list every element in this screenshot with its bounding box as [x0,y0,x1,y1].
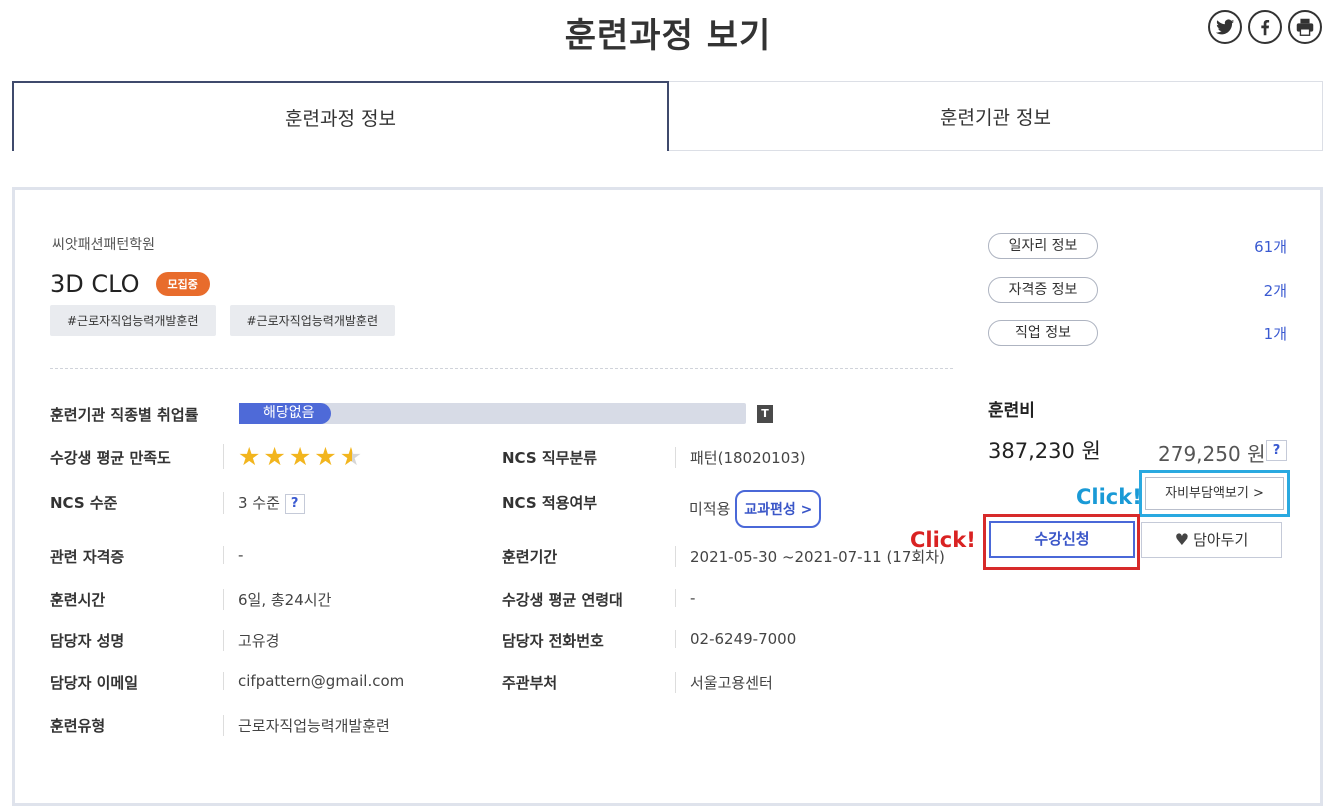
phone-value: 02-6249-7000 [675,630,796,648]
certificate-value: - [223,546,243,564]
ncs-class-value: 패턴(18020103) [675,447,806,468]
tab-bar: 훈련과정 정보 훈련기관 정보 [12,81,1323,151]
fee-total: 387,230 원 [988,439,1101,463]
tag[interactable]: #근로자직업능력개발훈련 [50,305,216,336]
divider [50,368,953,369]
period-value: 2021-05-30 ~2021-07-11 (17회차) [675,546,945,567]
employment-rate-value: 해당없음 [239,403,331,424]
status-badge: 모집중 [155,272,210,296]
wishlist-label: 담아두기 [1193,531,1249,549]
share-bar [1208,10,1322,44]
star-icon: ★ [263,442,286,471]
course-title-row: 3D CLO 모집중 [50,270,210,298]
star-icon: ★ [288,442,312,471]
print-icon[interactable] [1288,10,1322,44]
avg-age-label: 수강생 평균 연령대 [502,591,623,609]
fee-self: 279,250 원 [1158,442,1266,466]
avg-age-value: - [675,589,695,607]
fee-help-button[interactable]: ? [1266,440,1287,461]
dept-value: 서울고용센터 [675,672,773,693]
ncs-applied-value: 미적용 [689,500,731,518]
manager-value: 고유경 [223,630,279,651]
email-label: 담당자 이메일 [50,674,139,692]
period-label: 훈련기간 [502,548,558,566]
wishlist-button[interactable]: ♥ 담아두기 [1141,522,1282,558]
job-info-button[interactable]: 일자리 정보 [988,233,1098,259]
curriculum-button[interactable]: 교과편성 > [735,490,822,528]
manager-label: 담당자 성명 [50,632,125,650]
star-icon: ★ [238,442,261,471]
certificate-info-button[interactable]: 자격증 정보 [988,277,1098,303]
help-button[interactable]: ? [284,493,305,514]
institution-name: 씨앗패션패턴학원 [52,237,156,253]
course-title: 3D CLO [50,270,140,298]
hours-value: 6일, 총24시간 [223,589,331,610]
selfpay-button[interactable]: 자비부담액보기 > [1145,477,1284,510]
employment-rate-bar: 해당없음 [239,403,746,424]
course-detail-panel: 씨앗패션패턴학원 3D CLO 모집중 #근로자직업능력개발훈련 #근로자직업능… [12,187,1323,806]
job-info-count[interactable]: 61개 [1254,236,1287,257]
fee-label: 훈련비 [988,401,1035,421]
ncs-level-value: 3 수준 [238,494,280,512]
ncs-level-value-wrap: 3 수준 ? [223,492,305,514]
satisfaction-label: 수강생 평균 만족도 [50,449,171,467]
heart-icon: ♥ [1174,530,1190,549]
tab-course-info[interactable]: 훈련과정 정보 [12,81,669,151]
t-icon[interactable]: T [757,405,773,423]
dept-label: 주관부처 [502,674,558,692]
tab-institution-info[interactable]: 훈련기관 정보 [669,81,1323,151]
certificate-label: 관련 자격증 [50,548,125,566]
certificate-info-count[interactable]: 2개 [1264,280,1287,301]
tag-list: #근로자직업능력개발훈련 #근로자직업능력개발훈련 [50,305,395,336]
star-icon: ★ [314,442,337,471]
ncs-applied-wrap: 미적용 교과편성 > [675,490,822,528]
click-annotation: Click! [910,528,976,552]
email-value: cifpattern@gmail.com [223,672,404,690]
rating-stars: ★ ★ ★ ★ ★ [223,444,362,469]
ncs-class-label: NCS 직무분류 [502,449,598,467]
phone-label: 담당자 전화번호 [502,632,604,650]
page-title: 훈련과정 보기 [564,16,772,56]
facebook-icon[interactable] [1248,10,1282,44]
occupation-info-count[interactable]: 1개 [1264,323,1287,344]
click-annotation: Click! [1076,485,1142,509]
training-type-value: 근로자직업능력개발훈련 [223,715,390,736]
ncs-applied-label: NCS 적용여부 [502,494,598,512]
ncs-level-label: NCS 수준 [50,494,118,512]
employment-rate-label: 훈련기관 직종별 취업률 [50,406,199,424]
occupation-info-button[interactable]: 직업 정보 [988,320,1098,346]
tag[interactable]: #근로자직업능력개발훈련 [229,305,395,336]
half-star-icon: ★ [339,442,363,471]
hours-label: 훈련시간 [50,591,106,609]
training-type-label: 훈련유형 [50,717,106,735]
twitter-icon[interactable] [1208,10,1242,44]
apply-button[interactable]: 수강신청 [989,521,1135,558]
